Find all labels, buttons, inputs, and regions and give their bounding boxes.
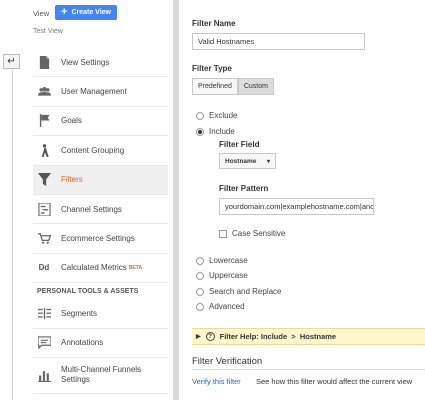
current-view-name: Test View [33, 28, 63, 35]
sidebar-item-content-grouping[interactable]: Content Grouping [33, 136, 168, 166]
sidebar-item-calculated-metrics[interactable]: Dd Calculated Metrics BETA [33, 254, 168, 284]
sidebar-item-label: User Management [61, 87, 127, 97]
radio-button[interactable] [196, 256, 204, 265]
sidebar-item-ecommerce-settings[interactable]: Ecommerce Settings [33, 224, 168, 254]
radio-button[interactable] [196, 111, 204, 120]
radio-include[interactable]: Include [196, 127, 235, 136]
sidebar-item-label: Ecommerce Settings [61, 234, 135, 244]
radio-advanced[interactable]: Advanced [196, 302, 245, 311]
radio-label: Lowercase [209, 256, 248, 265]
annotation-icon [37, 336, 51, 350]
filter-field-select[interactable]: Hostname ▾ [219, 153, 276, 169]
sidebar-item-multi-channel-funnels[interactable]: Multi-Channel Funnels Settings [33, 358, 168, 394]
sidebar-item-view-settings[interactable]: View Settings [33, 48, 168, 78]
filter-form: Filter Name Valid Hostnames Filter Type … [179, 0, 425, 400]
dd-icon: Dd [38, 263, 50, 273]
sidebar-item-label: Calculated Metrics [61, 263, 127, 273]
sidebar-item-label: Segments [61, 308, 98, 318]
filter-help-bar[interactable]: ▶ ? Filter Help: Include > Hostname [192, 328, 425, 345]
filter-field-value: Hostname [225, 157, 257, 165]
sidebar-item-goals[interactable]: Goals [33, 107, 168, 137]
radio-search-replace[interactable]: Search and Replace [196, 287, 282, 296]
sidebar-item-label: Goals [61, 116, 82, 126]
case-sensitive-option[interactable]: Case Sensitive [219, 229, 285, 238]
left-panel: View + Create View Test View ↵ View Sett… [0, 0, 173, 400]
arrow-left-icon: ↵ [7, 56, 16, 67]
radio-label: Advanced [209, 302, 245, 311]
view-label: View [33, 9, 50, 18]
sidebar-item-label: Channel Settings [61, 204, 122, 214]
sidebar-item-label: Multi-Channel Funnels Settings [61, 364, 142, 385]
filter-pattern-input[interactable]: yourdomain.com|examplehostname.com|anc [219, 198, 374, 215]
segments-icon [37, 306, 51, 320]
verification-description: See how this filter would affect the cur… [256, 377, 413, 386]
radio-lowercase[interactable]: Lowercase [196, 256, 248, 265]
plus-icon: + [61, 6, 68, 18]
filter-help-text: Filter Help: Include > Hostname [219, 332, 337, 341]
sidebar-item-label: View Settings [61, 57, 110, 67]
expand-triangle-icon: ▶ [196, 334, 201, 340]
divider [192, 369, 425, 370]
beta-badge: BETA [128, 264, 143, 271]
filter-verification-title: Filter Verification [192, 356, 263, 367]
flag-icon [37, 114, 51, 128]
users-icon [37, 85, 51, 99]
sidebar-item-label: Annotations [61, 338, 104, 348]
sidebar-item-segments[interactable]: Segments [33, 299, 168, 329]
create-view-label: Create View [71, 9, 111, 16]
sidebar-item-user-management[interactable]: User Management [33, 77, 168, 107]
sidebar-rail [12, 70, 13, 400]
radio-button[interactable] [196, 127, 204, 136]
radio-label: Search and Replace [209, 287, 282, 296]
sidebar-item-label: Content Grouping [61, 145, 125, 155]
radio-label: Uppercase [209, 271, 248, 280]
sidebar-item-channel-settings[interactable]: Channel Settings [33, 195, 168, 225]
sidebar-item-filters[interactable]: Filters [33, 165, 168, 195]
document-icon [37, 55, 51, 69]
back-arrow-button[interactable]: ↵ [3, 54, 20, 69]
filter-type-tabs: Predefined Custom [192, 78, 274, 95]
section-header: PERSONAL TOOLS & ASSETS [37, 287, 139, 295]
sidebar-menu: View Settings User Management Goals Cont… [33, 48, 168, 394]
filter-type-label: Filter Type [192, 64, 232, 73]
tab-custom[interactable]: Custom [237, 78, 274, 95]
filter-pattern-label: Filter Pattern [219, 184, 269, 193]
radio-button[interactable] [196, 302, 204, 311]
person-walk-icon [37, 143, 51, 157]
filter-field-label: Filter Field [219, 140, 260, 149]
bar-chart-icon [37, 368, 51, 382]
case-sensitive-label: Case Sensitive [232, 229, 286, 238]
filter-name-label: Filter Name [192, 19, 236, 28]
filter-name-input[interactable]: Valid Hostnames [192, 33, 365, 50]
radio-button[interactable] [196, 271, 204, 280]
verify-filter-link[interactable]: Verify this filter [192, 377, 241, 386]
radio-exclude[interactable]: Exclude [196, 111, 237, 120]
caret-down-icon: ▾ [266, 158, 270, 165]
radio-uppercase[interactable]: Uppercase [196, 271, 248, 280]
cart-icon [37, 232, 51, 246]
radio-label: Exclude [209, 111, 238, 120]
tab-predefined[interactable]: Predefined [192, 78, 238, 95]
create-view-button[interactable]: + Create View [55, 5, 117, 20]
sidebar-item-annotations[interactable]: Annotations [33, 329, 168, 358]
help-icon: ? [205, 332, 215, 341]
radio-button[interactable] [196, 287, 204, 296]
funnel-icon [37, 173, 51, 187]
sliders-icon [37, 202, 51, 216]
radio-label: Include [209, 127, 235, 136]
sidebar-item-label: Filters [61, 175, 83, 185]
case-sensitive-checkbox[interactable] [219, 229, 227, 238]
